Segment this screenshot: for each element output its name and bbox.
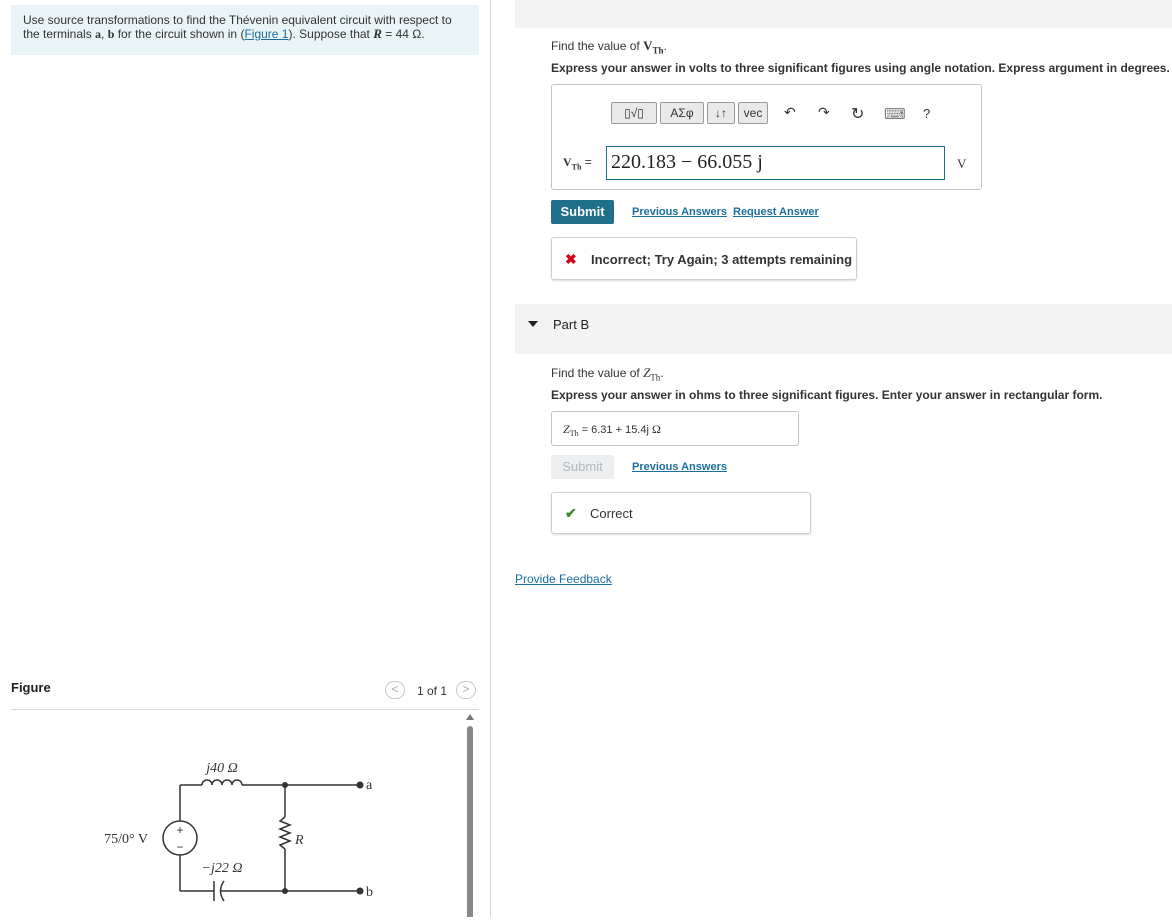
arrows-button[interactable]: ↓↑ <box>707 102 735 124</box>
figure-scrollbar[interactable] <box>465 714 475 921</box>
part-b-prompt-suffix: . <box>660 366 664 380</box>
circuit-diagram: + − j40 Ω −j22 Ω 75/0° V R a b <box>90 745 390 922</box>
part-b-submit-button[interactable]: Submit <box>551 455 614 479</box>
greek-button[interactable]: ΑΣφ <box>660 102 704 124</box>
part-b-answer-var: Z <box>563 422 570 436</box>
part-a-request-answer-link[interactable]: Request Answer <box>733 206 819 218</box>
keyboard-icon[interactable]: ⌨ <box>884 105 906 123</box>
part-a-answer-label: VTh = <box>563 155 592 171</box>
vec-button[interactable]: vec <box>738 102 768 124</box>
undo-icon[interactable]: ↶ <box>784 104 796 121</box>
svg-text:−: − <box>176 840 183 854</box>
part-a-prompt-prefix: Find the value of <box>551 39 644 53</box>
part-a-answer-value: 220.183 − 66.055 j <box>611 151 763 173</box>
part-a-instruction: Express your answer in volts to three si… <box>551 61 1170 75</box>
r-value: = 44 Ω. <box>381 27 425 41</box>
figure-pager: < 1 of 1 > <box>385 681 480 701</box>
terminal-b: b <box>366 885 373 900</box>
part-b-answer-value: 6.31 + 15.4j <box>591 424 649 436</box>
part-b-answer-eq: = <box>578 424 592 436</box>
part-a-answer-input[interactable]: 220.183 − 66.055 j <box>606 146 945 180</box>
capacitor-label: −j22 Ω <box>202 861 243 876</box>
panel-divider <box>490 0 491 917</box>
r-symbol: R <box>373 26 382 41</box>
figure-link[interactable]: Figure 1 <box>244 27 288 41</box>
reset-icon[interactable]: ↻ <box>851 104 864 124</box>
part-b-feedback-text: Correct <box>590 506 633 521</box>
part-b-prompt-prefix: Find the value of <box>551 366 644 380</box>
part-a-feedback-text: Incorrect; Try Again; 3 attempts remaini… <box>591 252 853 267</box>
part-b-answer-field: ZTh = 6.31 + 15.4j Ω <box>551 411 799 446</box>
help-icon[interactable]: ? <box>923 106 930 121</box>
problem-text-b: for the circuit shown in ( <box>114 27 245 41</box>
part-a-answer-sub: Th <box>571 162 582 172</box>
svg-text:+: + <box>176 823 183 837</box>
templates-button[interactable]: ▯√▯ <box>611 102 657 124</box>
part-b-previous-answers-link[interactable]: Previous Answers <box>632 461 727 473</box>
inductor-label: j40 Ω <box>204 761 238 776</box>
part-b-feedback: ✔ Correct <box>551 492 811 534</box>
part-a-header[interactable] <box>515 0 1172 28</box>
provide-feedback-link[interactable]: Provide Feedback <box>515 572 612 586</box>
correct-icon: ✔ <box>565 505 577 521</box>
part-a-answer-panel: ▯√▯ ΑΣφ ↓↑ vec ↶ ↷ ↻ ⌨ ? VTh = 220.183 −… <box>551 84 982 190</box>
prev-figure-button[interactable]: < <box>385 681 405 699</box>
part-a-answer-eq: = <box>581 155 592 169</box>
terminal-a: a <box>366 778 373 793</box>
part-b-prompt: Find the value of ZTh. <box>551 365 664 382</box>
incorrect-icon: ✖ <box>565 251 577 267</box>
part-a-prompt-sub: Th <box>652 45 664 56</box>
part-b-unit: Ω <box>652 422 661 436</box>
part-b-instruction: Express your answer in ohms to three sig… <box>551 388 1103 402</box>
part-a-prompt: Find the value of VTh. <box>551 38 667 55</box>
figure-divider <box>11 709 479 710</box>
problem-comma: , <box>101 27 108 41</box>
resistor-label: R <box>294 833 304 848</box>
part-b-prompt-sub: Th <box>650 372 661 383</box>
figure-page-count: 1 of 1 <box>417 684 448 698</box>
part-a-prompt-suffix: . <box>663 39 667 53</box>
next-figure-button[interactable]: > <box>456 681 476 699</box>
figure-label: Figure <box>11 680 51 695</box>
part-a-answer-var: V <box>563 155 572 169</box>
problem-panel: Use source transformations to find the T… <box>0 0 490 921</box>
problem-statement: Use source transformations to find the T… <box>11 5 479 55</box>
source-label: 75/0° V <box>104 832 148 847</box>
part-a-submit-button[interactable]: Submit <box>551 200 614 224</box>
part-b-header[interactable]: Part B <box>515 304 1172 354</box>
part-b-answer-sub: Th <box>569 429 579 439</box>
source-minus: − <box>176 840 183 854</box>
problem-text-c: ). Suppose that <box>288 27 374 41</box>
part-a-unit: V <box>957 156 967 171</box>
part-b-answer-label: ZTh = 6.31 + 15.4j Ω <box>563 422 661 438</box>
collapse-caret-icon <box>528 321 538 327</box>
source-plus: + <box>176 823 183 837</box>
part-a-feedback: ✖ Incorrect; Try Again; 3 attempts remai… <box>551 237 857 280</box>
part-b-title: Part B <box>553 317 590 332</box>
part-a-previous-answers-link[interactable]: Previous Answers <box>632 206 727 218</box>
redo-icon[interactable]: ↷ <box>818 104 830 121</box>
